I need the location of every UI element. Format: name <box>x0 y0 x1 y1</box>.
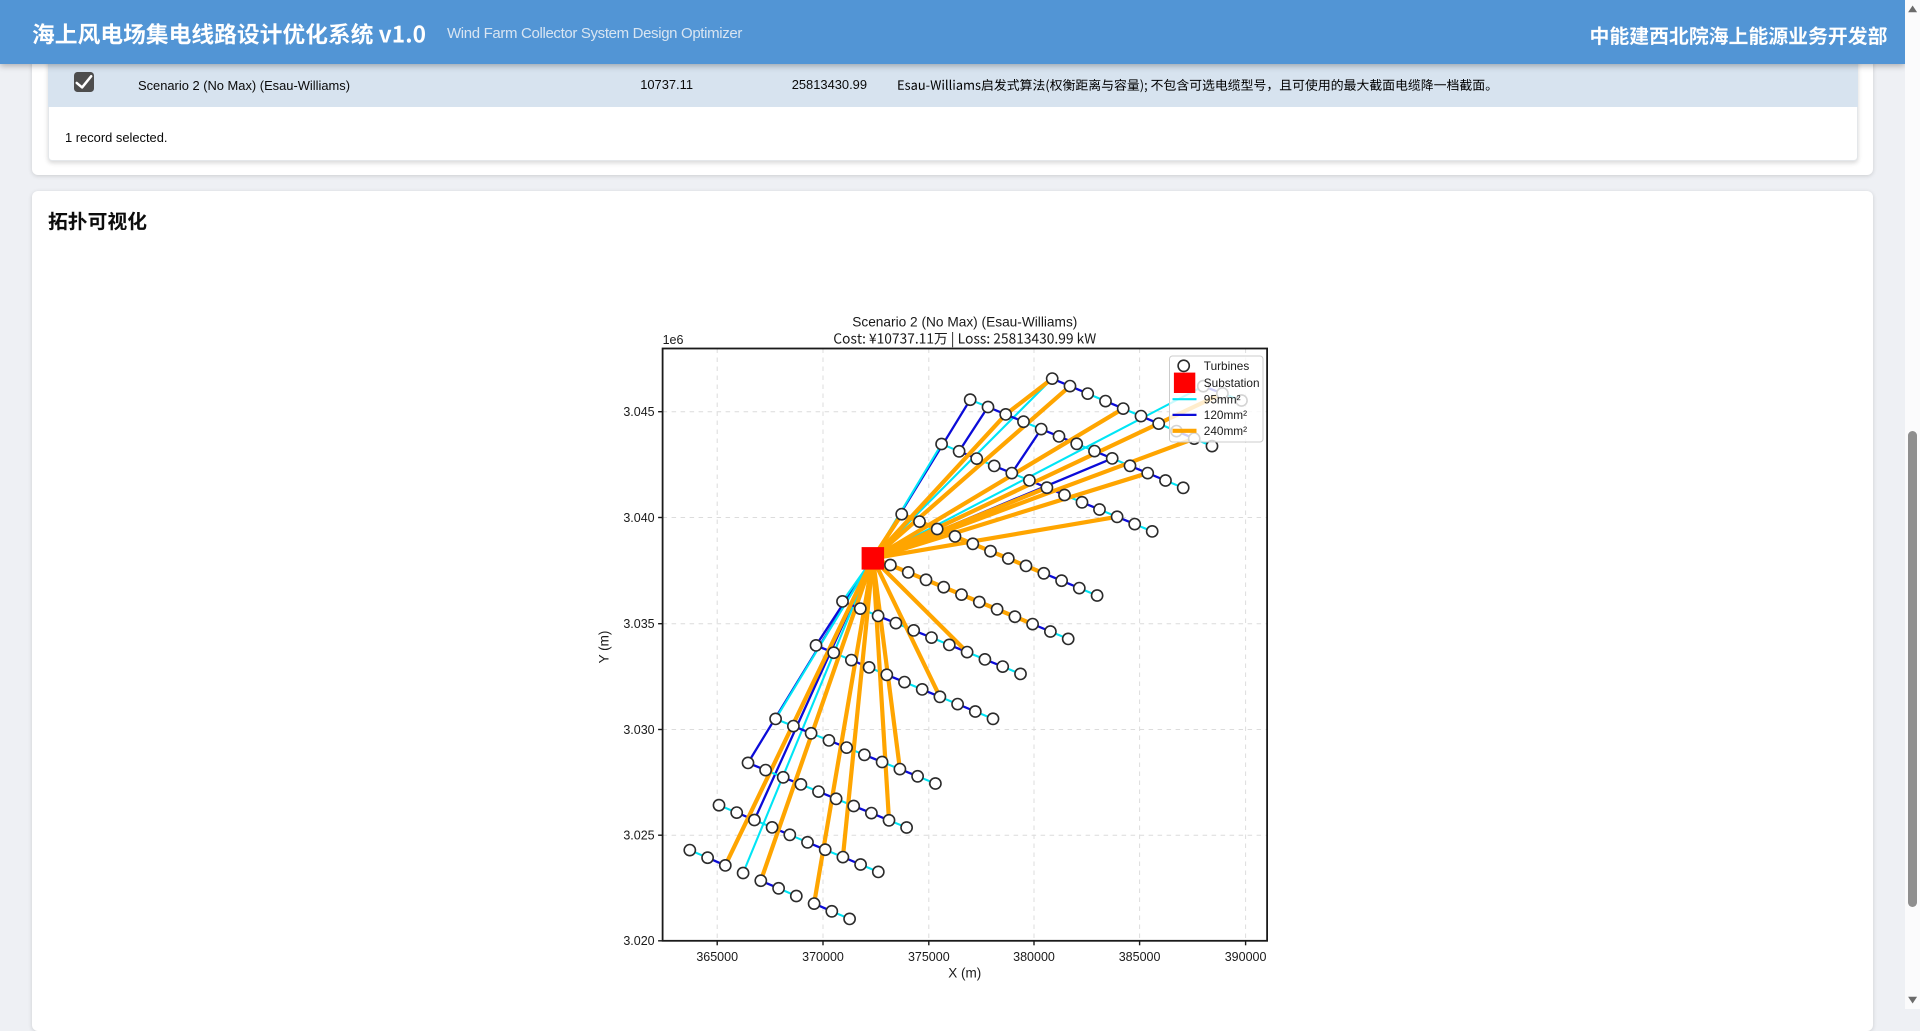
svg-text:385000: 385000 <box>1119 950 1161 964</box>
svg-text:370000: 370000 <box>802 950 844 964</box>
svg-text:3.045: 3.045 <box>623 405 654 419</box>
svg-text:240mm²: 240mm² <box>1204 424 1247 438</box>
svg-text:1e6: 1e6 <box>663 333 684 347</box>
svg-text:Turbines: Turbines <box>1204 359 1250 373</box>
svg-text:380000: 380000 <box>1013 950 1055 964</box>
svg-text:365000: 365000 <box>696 950 738 964</box>
svg-text:3.020: 3.020 <box>623 934 654 948</box>
svg-text:120mm²: 120mm² <box>1204 408 1247 422</box>
svg-text:3.040: 3.040 <box>623 511 654 525</box>
svg-text:390000: 390000 <box>1225 950 1267 964</box>
svg-text:X (m): X (m) <box>948 966 981 981</box>
svg-text:3.030: 3.030 <box>623 723 654 737</box>
svg-text:95mm²: 95mm² <box>1204 392 1241 406</box>
svg-text:Y (m): Y (m) <box>597 631 612 664</box>
svg-text:Scenario 2 (No Max) (Esau-Will: Scenario 2 (No Max) (Esau-Williams) <box>852 315 1077 330</box>
svg-text:3.025: 3.025 <box>623 829 654 843</box>
svg-text:375000: 375000 <box>908 950 950 964</box>
svg-text:3.035: 3.035 <box>623 617 654 631</box>
svg-text:Substation: Substation <box>1204 376 1260 390</box>
